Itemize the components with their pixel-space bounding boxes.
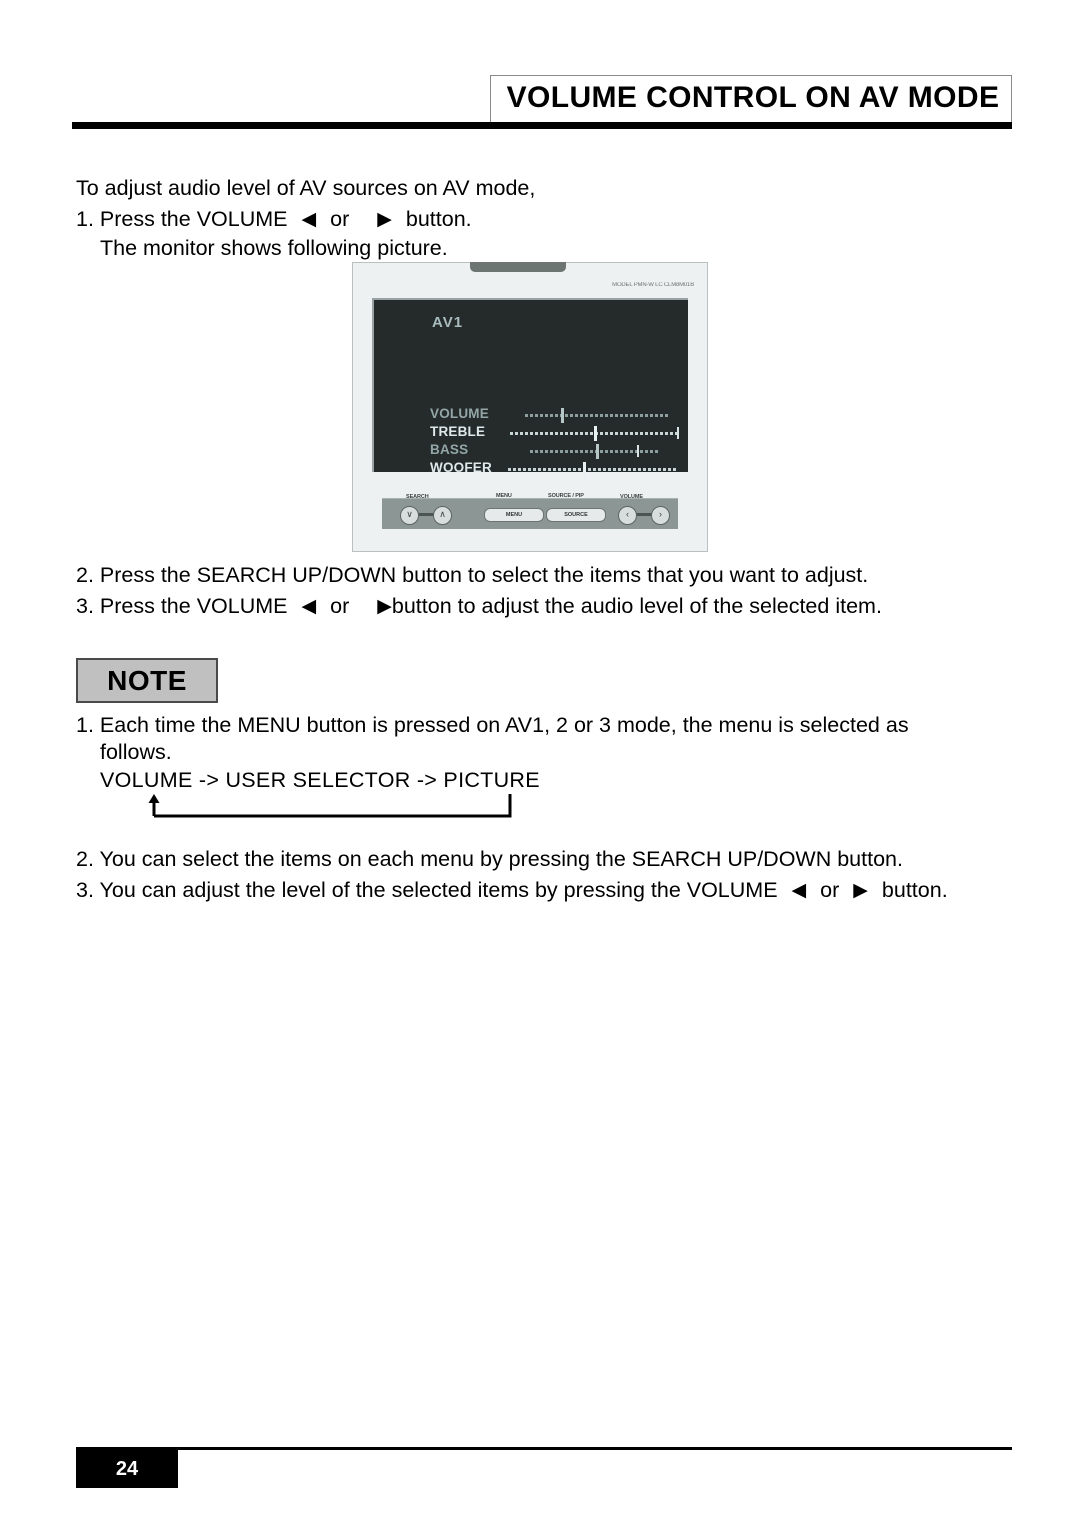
panel-label-source: SOURCE / PIP: [548, 493, 584, 499]
osd-row-volume: VOLUME: [430, 406, 680, 423]
osd-cursor-woofer: [583, 462, 586, 477]
panel-label-menu: MENU: [496, 493, 512, 499]
monitor-brand-strip: MODEL PMN-W LC CLM8M01B: [612, 282, 694, 288]
menu-button[interactable]: MENU: [484, 508, 544, 522]
osd-cursor-volume: [561, 408, 564, 423]
note-item-1-line-2: follows.: [100, 740, 172, 764]
source-button[interactable]: SOURCE: [546, 508, 606, 522]
osd-cursor-bass: [596, 444, 599, 459]
monitor-illustration: MODEL PMN-W LC CLM8M01B AV1 VOLUME TREBL…: [352, 262, 708, 552]
osd-endcap-treble: [677, 427, 679, 439]
osd-row-treble: TREBLE: [430, 424, 680, 441]
page-header: VOLUME CONTROL ON AV MODE: [0, 0, 1080, 135]
step-1-line: 1. Press the VOLUME ◀ or ▶ button.: [76, 205, 472, 234]
step-1-subline: The monitor shows following picture.: [100, 236, 448, 260]
monitor-screen: AV1 VOLUME TREBLE BASS WOOFER: [372, 298, 688, 477]
osd-row-woofer: WOOFER: [430, 460, 680, 477]
step-3-line: 3. Press the VOLUME ◀ or ▶button to adjust …: [76, 592, 882, 621]
note-badge-label: NOTE: [107, 665, 187, 696]
left-arrow-icon: ◀: [301, 596, 317, 617]
header-rule: [72, 122, 1012, 129]
step-3-or: or: [330, 594, 350, 618]
left-arrow-icon: ◀: [791, 880, 807, 901]
note-item-2: 2. You can select the items on each menu…: [76, 847, 903, 871]
note-menu-chain: VOLUME -> USER SELECTOR -> PICTURE: [100, 768, 540, 792]
right-arrow-icon: ▶: [377, 209, 392, 230]
osd-label-volume: VOLUME: [430, 406, 489, 421]
osd-track-volume: [525, 414, 670, 417]
menu-loop-arrow-icon: [148, 794, 512, 818]
page-number: 24: [115, 1458, 139, 1480]
right-arrow-icon: ▶: [853, 880, 868, 901]
search-down-button[interactable]: ∨: [400, 506, 419, 525]
note-item-1-line-1: 1. Each time the MENU button is pressed …: [76, 713, 909, 737]
step-2-line: 2. Press the SEARCH UP/DOWN button to se…: [76, 563, 869, 587]
osd-label-treble: TREBLE: [430, 424, 486, 439]
step-3-prefix: 3. Press the VOLUME: [76, 594, 288, 618]
osd-label-woofer: WOOFER: [430, 460, 492, 475]
osd-label-bass: BASS: [430, 442, 469, 457]
page-title: VOLUME CONTROL ON AV MODE: [506, 81, 1000, 114]
step-1-suffix: button.: [405, 207, 472, 231]
osd-row-bass: BASS: [430, 442, 680, 459]
step-1-prefix: 1. Press the VOLUME: [76, 207, 288, 231]
search-up-button[interactable]: ∧: [433, 506, 452, 525]
panel-label-volume: VOLUME: [620, 494, 643, 500]
volume-down-button[interactable]: ‹: [618, 506, 637, 525]
note-item-3-suffix: button.: [881, 878, 948, 902]
note-item-3-prefix: 3. You can adjust the level of the selec…: [76, 878, 778, 902]
monitor-control-panel: SEARCH MENU SOURCE / PIP VOLUME ∨ ∧ MENU…: [372, 476, 688, 538]
osd-cursor-treble: [594, 426, 597, 441]
osd-endcap-bass: [637, 445, 639, 457]
osd-track-woofer: [508, 468, 676, 471]
intro-text: To adjust audio level of AV sources on A…: [76, 176, 536, 200]
right-arrow-icon: ▶: [377, 596, 392, 617]
note-item-3-or: or: [820, 878, 840, 902]
note-item-3: 3. You can adjust the level of the selec…: [76, 876, 948, 905]
volume-up-button[interactable]: ›: [651, 506, 670, 525]
footer-rule: [76, 1447, 1012, 1450]
step-3-suffix: button to adjust the audio level of the …: [391, 594, 882, 618]
left-arrow-icon: ◀: [301, 209, 317, 230]
osd-volume-menu: VOLUME TREBLE BASS WOOFER: [430, 406, 680, 478]
osd-source-label: AV1: [432, 314, 464, 331]
step-1-or: or: [330, 207, 350, 231]
panel-label-search: SEARCH: [406, 494, 429, 500]
monitor-top-notch: [470, 262, 566, 272]
